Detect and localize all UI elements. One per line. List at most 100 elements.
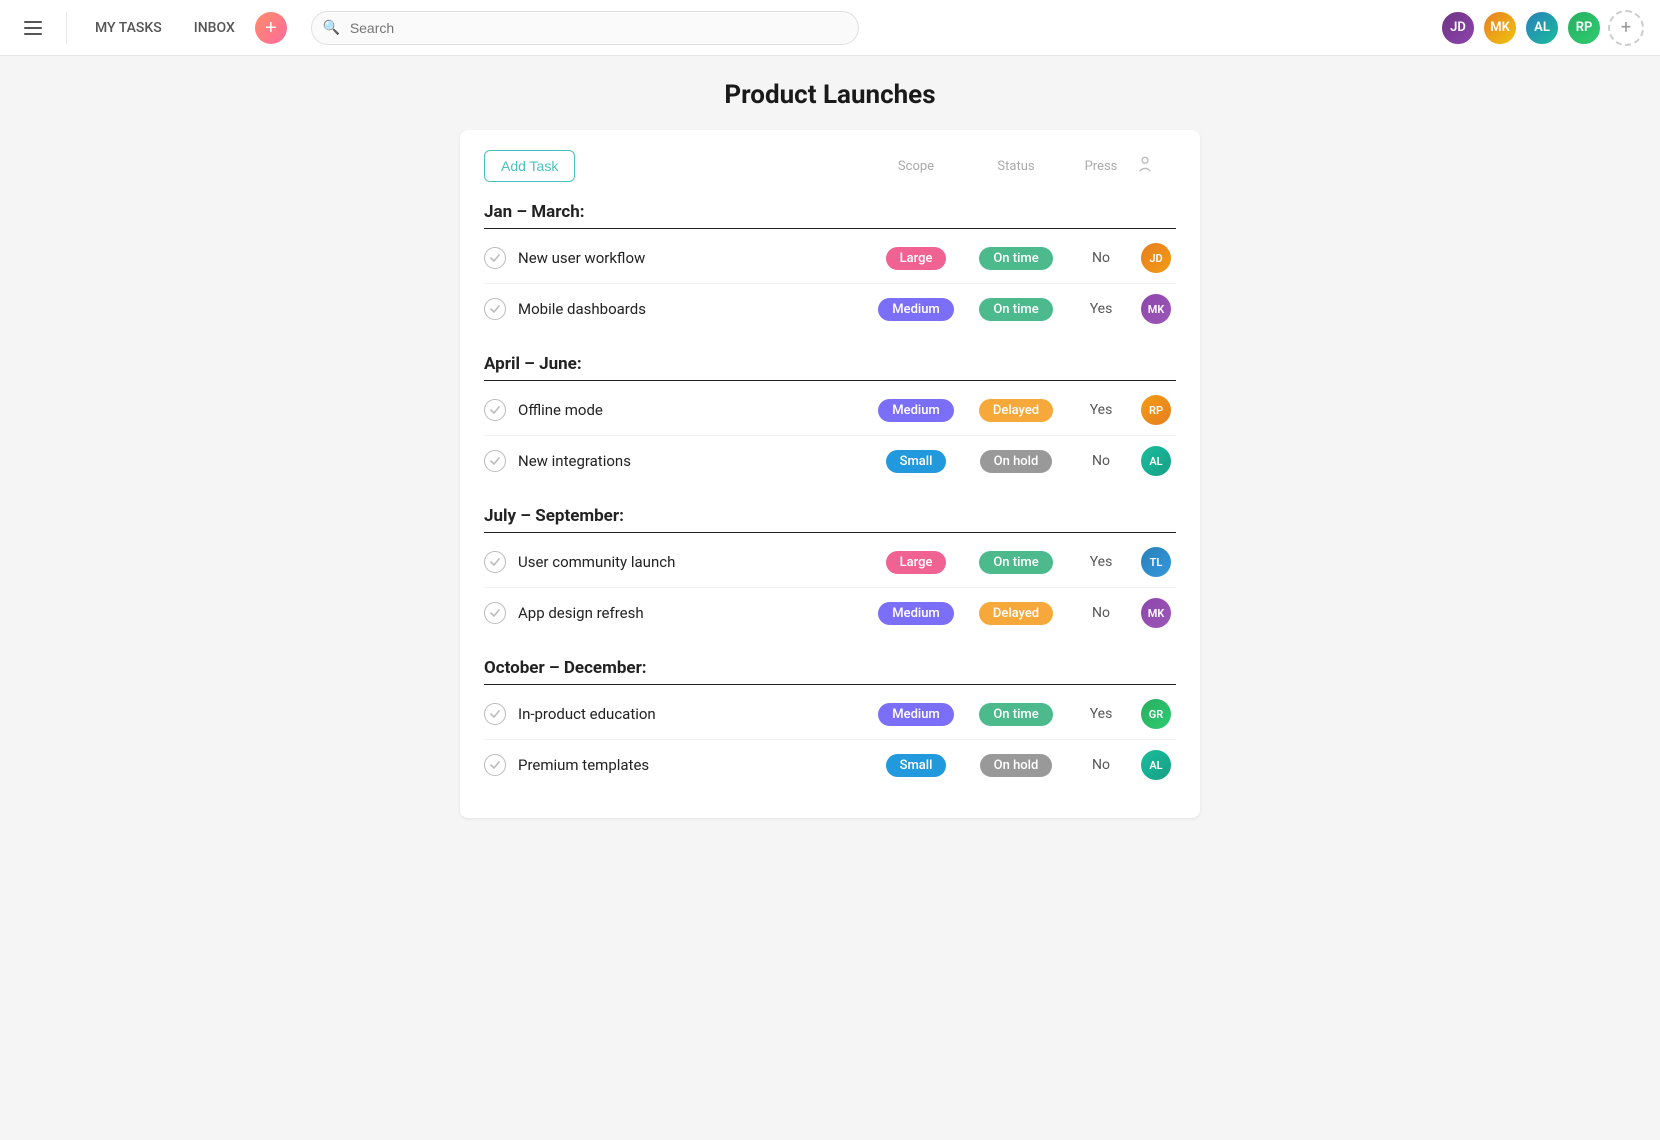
nav-avatar-4[interactable]: RP — [1566, 10, 1602, 46]
task-scope: Medium — [866, 298, 966, 321]
task-name: New integrations — [518, 452, 866, 470]
task-checkbox[interactable] — [484, 247, 506, 269]
task-scope: Large — [866, 247, 966, 270]
avatar: RP — [1141, 395, 1171, 425]
section-title-0: Jan – March: — [484, 202, 1176, 222]
main-content: Add Task Scope Status Press Jan – March:… — [0, 130, 1660, 858]
task-scope: Medium — [866, 703, 966, 726]
status-badge: On hold — [980, 450, 1053, 473]
task-checkbox[interactable] — [484, 450, 506, 472]
task-cols: Medium Delayed Yes RP — [866, 395, 1176, 425]
scope-badge: Small — [886, 754, 947, 777]
task-status: On time — [966, 703, 1066, 726]
task-cols: Large On time Yes TL — [866, 547, 1176, 577]
table-row: User community launch Large On time Yes … — [484, 537, 1176, 588]
task-assignee: TL — [1136, 547, 1176, 577]
avatar: MK — [1141, 598, 1171, 628]
search-icon: 🔍 — [323, 20, 340, 36]
task-scope: Large — [866, 551, 966, 574]
task-scope: Small — [866, 754, 966, 777]
add-member-button[interactable]: + — [1608, 10, 1644, 46]
nav-divider — [66, 12, 67, 44]
column-headers: Scope Status Press — [866, 155, 1176, 177]
section-divider-2 — [484, 532, 1176, 533]
avatar: AL — [1141, 750, 1171, 780]
scope-badge: Large — [886, 247, 947, 270]
nav-avatar-3[interactable]: AL — [1524, 10, 1560, 46]
col-header-scope: Scope — [866, 159, 966, 174]
task-name: Premium templates — [518, 756, 866, 774]
table-row: In-product education Medium On time Yes … — [484, 689, 1176, 740]
page-header: Product Launches — [0, 56, 1660, 130]
task-status: Delayed — [966, 399, 1066, 422]
search-bar: 🔍 — [311, 11, 860, 45]
col-header-press: Press — [1066, 159, 1136, 174]
task-press: No — [1066, 605, 1136, 621]
col-header-status: Status — [966, 159, 1066, 174]
task-status: On hold — [966, 450, 1066, 473]
top-nav: MY TASKS INBOX + 🔍 JD MK AL RP + — [0, 0, 1660, 56]
task-checkbox[interactable] — [484, 703, 506, 725]
task-assignee: GR — [1136, 699, 1176, 729]
task-cols: Medium On time Yes GR — [866, 699, 1176, 729]
task-checkbox[interactable] — [484, 551, 506, 573]
avatar: GR — [1141, 699, 1171, 729]
task-cols: Medium Delayed No MK — [866, 598, 1176, 628]
scope-badge: Medium — [878, 703, 954, 726]
nav-tab-inbox[interactable]: INBOX — [182, 14, 247, 42]
search-input[interactable] — [311, 11, 860, 45]
status-badge: Delayed — [979, 602, 1053, 625]
nav-avatar-1[interactable]: JD — [1440, 10, 1476, 46]
add-task-button[interactable]: Add Task — [484, 150, 575, 182]
task-container: Add Task Scope Status Press Jan – March:… — [460, 130, 1200, 818]
task-assignee: AL — [1136, 446, 1176, 476]
task-assignee: RP — [1136, 395, 1176, 425]
task-scope: Medium — [866, 602, 966, 625]
add-button[interactable]: + — [255, 12, 287, 44]
task-checkbox[interactable] — [484, 399, 506, 421]
section-title-1: April – June: — [484, 354, 1176, 374]
table-row: Mobile dashboards Medium On time Yes MK — [484, 284, 1176, 334]
task-cols: Small On hold No AL — [866, 446, 1176, 476]
section-2: July – September: User community launch … — [484, 506, 1176, 638]
task-name: Mobile dashboards — [518, 300, 866, 318]
task-name: App design refresh — [518, 604, 866, 622]
section-title-3: October – December: — [484, 658, 1176, 678]
task-press: No — [1066, 453, 1136, 469]
section-0: Jan – March: New user workflow Large On … — [484, 202, 1176, 334]
table-row: Premium templates Small On hold No AL — [484, 740, 1176, 790]
task-name: Offline mode — [518, 401, 866, 419]
task-checkbox[interactable] — [484, 754, 506, 776]
scope-badge: Medium — [878, 399, 954, 422]
nav-avatar-2[interactable]: MK — [1482, 10, 1518, 46]
avatar: AL — [1141, 446, 1171, 476]
task-status: On hold — [966, 754, 1066, 777]
task-cols: Large On time No JD — [866, 243, 1176, 273]
scope-badge: Medium — [878, 298, 954, 321]
section-1: April – June: Offline mode Medium Delaye… — [484, 354, 1176, 486]
task-assignee: JD — [1136, 243, 1176, 273]
section-3: October – December: In-product education… — [484, 658, 1176, 790]
sections-container: Jan – March: New user workflow Large On … — [484, 202, 1176, 790]
task-checkbox[interactable] — [484, 602, 506, 624]
status-badge: On time — [979, 298, 1052, 321]
task-press: Yes — [1066, 554, 1136, 570]
task-status: On time — [966, 247, 1066, 270]
task-cols: Small On hold No AL — [866, 750, 1176, 780]
task-press: Yes — [1066, 706, 1136, 722]
status-badge: On hold — [980, 754, 1053, 777]
task-press: No — [1066, 250, 1136, 266]
hamburger-icon[interactable] — [16, 13, 50, 43]
task-checkbox[interactable] — [484, 298, 506, 320]
task-scope: Medium — [866, 399, 966, 422]
status-badge: Delayed — [979, 399, 1053, 422]
task-assignee: MK — [1136, 294, 1176, 324]
scope-badge: Medium — [878, 602, 954, 625]
task-press: No — [1066, 757, 1136, 773]
task-assignee: AL — [1136, 750, 1176, 780]
task-press: Yes — [1066, 301, 1136, 317]
task-scope: Small — [866, 450, 966, 473]
avatar: TL — [1141, 547, 1171, 577]
nav-tab-my-tasks[interactable]: MY TASKS — [83, 14, 174, 42]
avatar: MK — [1141, 294, 1171, 324]
